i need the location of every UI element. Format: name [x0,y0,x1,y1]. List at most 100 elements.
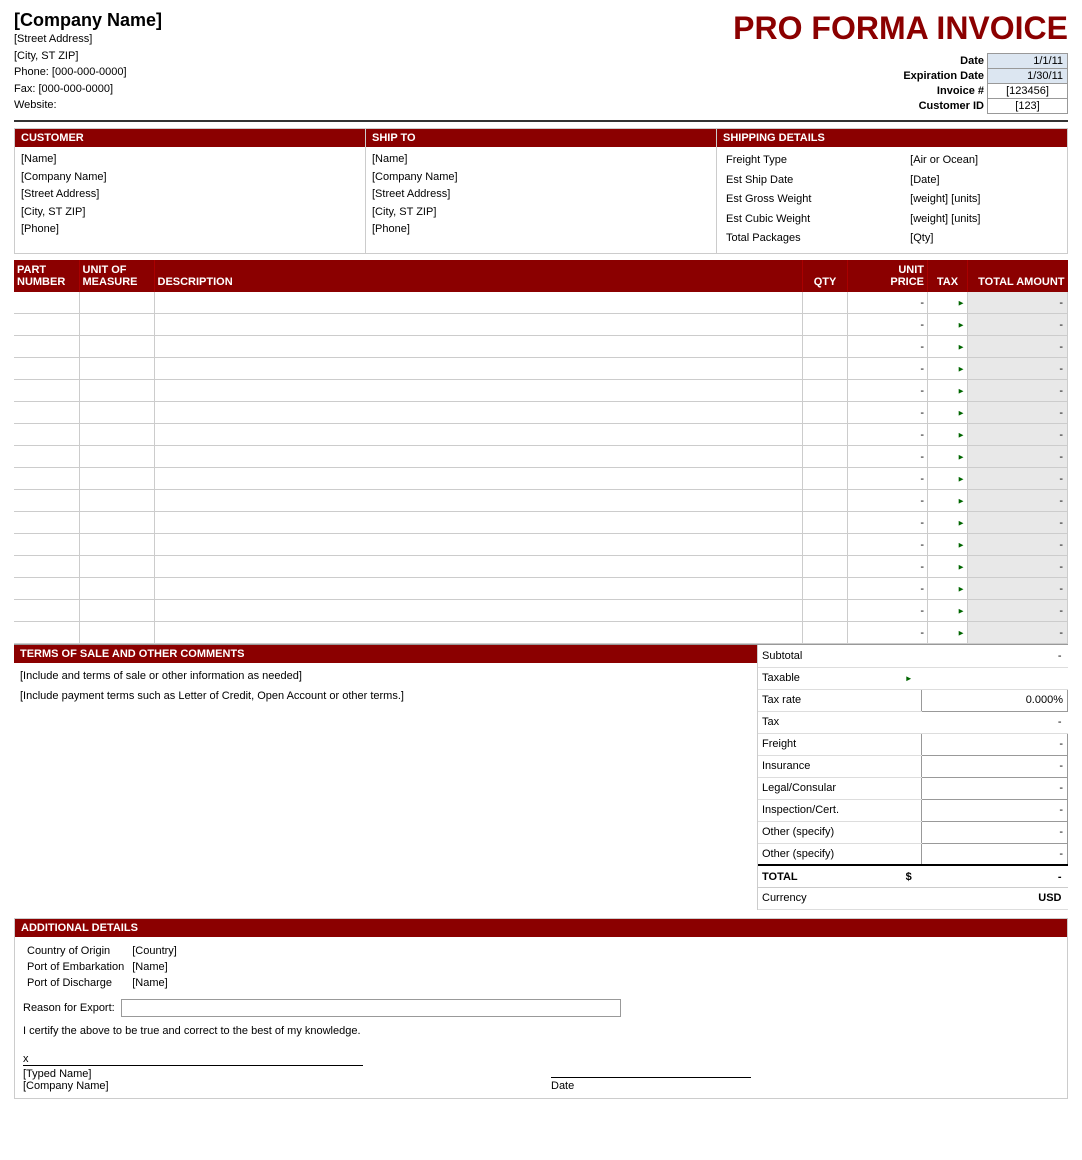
reason-label: Reason for Export: [23,1002,115,1014]
city-state-zip: [City, ST ZIP] [14,48,541,65]
summary-table: Subtotal-Taxable►Tax rate0.000%Tax-Freig… [758,645,1068,910]
invoice-title: PRO FORMA INVOICE [541,10,1068,47]
shipping-details-header: SHIPPING DETAILS [717,129,1067,147]
invoice-meta-table: Date 1/1/11 Expiration Date 1/30/11 Invo… [900,53,1068,114]
s-label: Taxable [758,667,896,689]
certify-text: I certify the above to be true and corre… [23,1025,1059,1037]
item-unit [79,292,154,314]
table-row: - ► - [14,534,1068,556]
item-desc [154,600,803,622]
header-section: [Company Name] [Street Address] [City, S… [14,10,1068,122]
col-price-header: UNITPRICE [848,260,928,292]
date-block: Date [551,1077,1059,1092]
s-arrow: ► [896,667,922,689]
s-label: Subtotal [758,645,896,667]
sh-label: Est Ship Date [723,171,907,191]
terms-line1: [Include and terms of sale or other info… [20,667,751,687]
item-tax: ► [928,600,968,622]
expiration-label: Expiration Date [900,69,987,84]
s-empty [896,645,922,667]
fax: Fax: [000-000-0000] [14,81,541,98]
item-qty [803,336,848,358]
item-part [14,292,79,314]
s-label: Legal/Consular [758,777,896,799]
customer-id-label: Customer ID [900,99,987,114]
cust-phone: [Phone] [21,221,359,239]
item-unit [79,578,154,600]
item-tax: ► [928,512,968,534]
table-row: - ► - [14,292,1068,314]
terms-header: TERMS OF SALE AND OTHER COMMENTS [14,645,757,663]
item-part [14,600,79,622]
item-tax: ► [928,380,968,402]
sh-label: Est Cubic Weight [723,210,907,230]
item-total: - [968,622,1068,644]
item-total: - [968,600,1068,622]
ship-name: [Name] [372,151,710,169]
summary-col: Subtotal-Taxable►Tax rate0.000%Tax-Freig… [758,645,1068,910]
summary-row: Subtotal- [758,645,1068,667]
item-desc [154,512,803,534]
reason-input[interactable] [121,999,621,1017]
item-desc [154,402,803,424]
item-unit [79,512,154,534]
currency-row: Currency USD [758,887,1068,909]
item-part [14,468,79,490]
s-value: - [922,821,1068,843]
ship-phone: [Phone] [372,221,710,239]
item-unit [79,336,154,358]
item-part [14,380,79,402]
s-value: - [922,711,1068,733]
item-price: - [848,380,928,402]
ship-to-body: [Name] [Company Name] [Street Address] [… [366,147,716,243]
item-total: - [968,292,1068,314]
s-label: Tax [758,711,896,733]
item-part [14,556,79,578]
sig-line [23,1065,363,1066]
additional-body: Country of Origin[Country]Port of Embark… [15,937,1067,1098]
phone: Phone: [000-000-0000] [14,64,541,81]
item-total: - [968,578,1068,600]
item-qty [803,424,848,446]
company-name: [Company Name] [14,10,541,31]
item-price: - [848,468,928,490]
additional-row: Port of Discharge[Name] [23,975,228,991]
table-row: - ► - [14,358,1068,380]
item-qty [803,578,848,600]
s-value: - [922,733,1068,755]
item-desc [154,534,803,556]
currency-value: USD [922,887,1068,909]
item-qty [803,512,848,534]
add-value: [Country] [128,943,228,959]
item-unit [79,424,154,446]
table-row: - ► - [14,314,1068,336]
terms-line2: [Include payment terms such as Letter of… [20,687,751,707]
s-value: - [922,777,1068,799]
s-label: Freight [758,733,896,755]
item-part [14,578,79,600]
terms-body: [Include and terms of sale or other info… [14,663,757,711]
item-price: - [848,336,928,358]
add-value: [Name] [128,975,228,991]
item-tax: ► [928,490,968,512]
item-price: - [848,446,928,468]
item-unit [79,556,154,578]
summary-row: Legal/Consular - [758,777,1068,799]
s-empty [896,777,922,799]
item-part [14,622,79,644]
sh-value: [Qty] [907,229,1061,249]
s-value: - [922,843,1068,865]
total-value: - [922,865,1068,887]
s-label: Other (specify) [758,821,896,843]
cust-name: [Name] [21,151,359,169]
item-qty [803,556,848,578]
add-value: [Name] [128,959,228,975]
summary-row: Other (specify) - [758,821,1068,843]
item-unit [79,600,154,622]
item-tax: ► [928,358,968,380]
item-unit [79,534,154,556]
col-unit-header: UNIT OFMEASURE [79,260,154,292]
item-desc [154,314,803,336]
item-qty [803,402,848,424]
summary-row: Taxable► [758,667,1068,689]
